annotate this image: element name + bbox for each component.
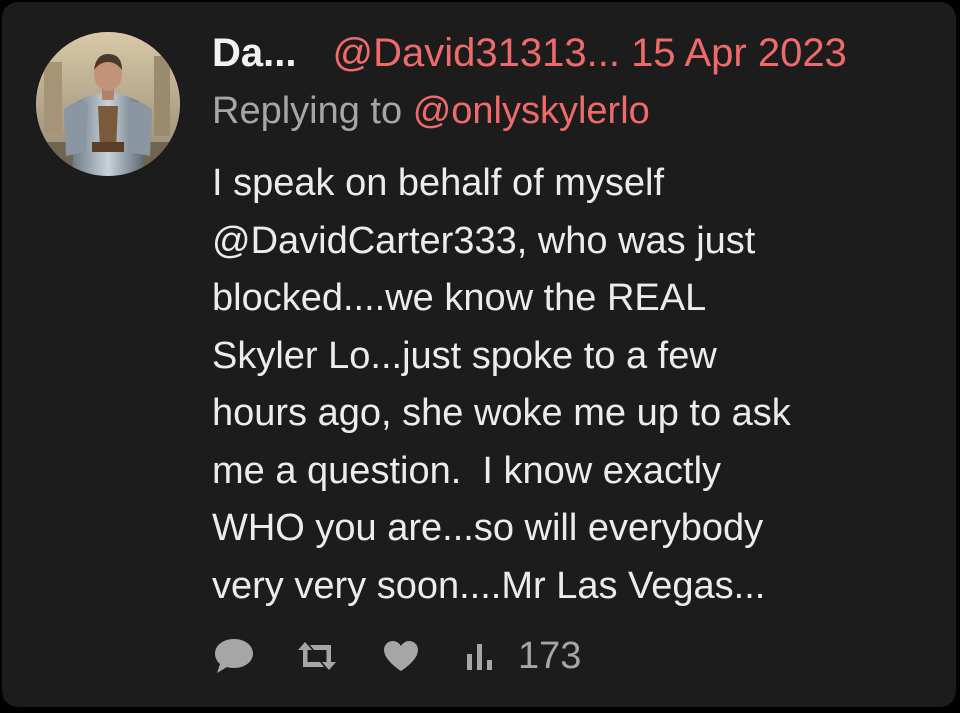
tweet-text: I speak on behalf of myself @DavidCarter… [212, 155, 932, 615]
tweet-card: Da... @David31313... 15 Apr 2023 Replying… [2, 2, 956, 707]
bar-chart-icon [467, 644, 492, 670]
tweet-date[interactable]: 15 Apr 2023 [620, 31, 847, 75]
tweet-text-line: @DavidCarter333, who was just [212, 219, 756, 262]
replying-to-mention[interactable]: @onlyskylerlo [413, 90, 650, 132]
tweet-text-line: I speak on behalf of myself [212, 162, 665, 204]
view-count: 173 [518, 634, 582, 677]
knight-avatar-image [36, 32, 180, 176]
tweet-date-text: 15 Apr 2023 [631, 31, 847, 75]
speech-bubble-icon [215, 639, 253, 673]
views-button[interactable]: 173 [464, 635, 581, 678]
replying-to-label: Replying to [212, 90, 403, 132]
retweet-button[interactable] [294, 638, 340, 674]
tweet-text-line: WHO you are...so will everybody [212, 507, 764, 549]
tweet-text-line: blocked....we know the REAL [212, 277, 707, 319]
tweet-text-line: Skyler Lo...just spoke to a few [212, 334, 717, 377]
heart-icon [384, 641, 418, 671]
user-handle[interactable]: @David31313... [332, 31, 619, 75]
retweet-icon [298, 642, 336, 670]
tweet-header: Da... @David31313... 15 Apr 2023 [212, 30, 847, 76]
action-bar: 173 [212, 632, 581, 680]
avatar[interactable] [36, 32, 180, 176]
tweet-text-line: very very soon....Mr Las Vegas... [212, 564, 766, 607]
reply-button[interactable] [212, 636, 256, 676]
replying-to: Replying to @onlyskylerlo [212, 88, 650, 134]
like-button[interactable] [382, 639, 420, 673]
tweet-text-line: me a question. I know exactly [212, 449, 722, 492]
tweet-text-line: hours ago, she woke me up to ask [212, 392, 791, 434]
display-name[interactable]: Da... [212, 31, 296, 75]
